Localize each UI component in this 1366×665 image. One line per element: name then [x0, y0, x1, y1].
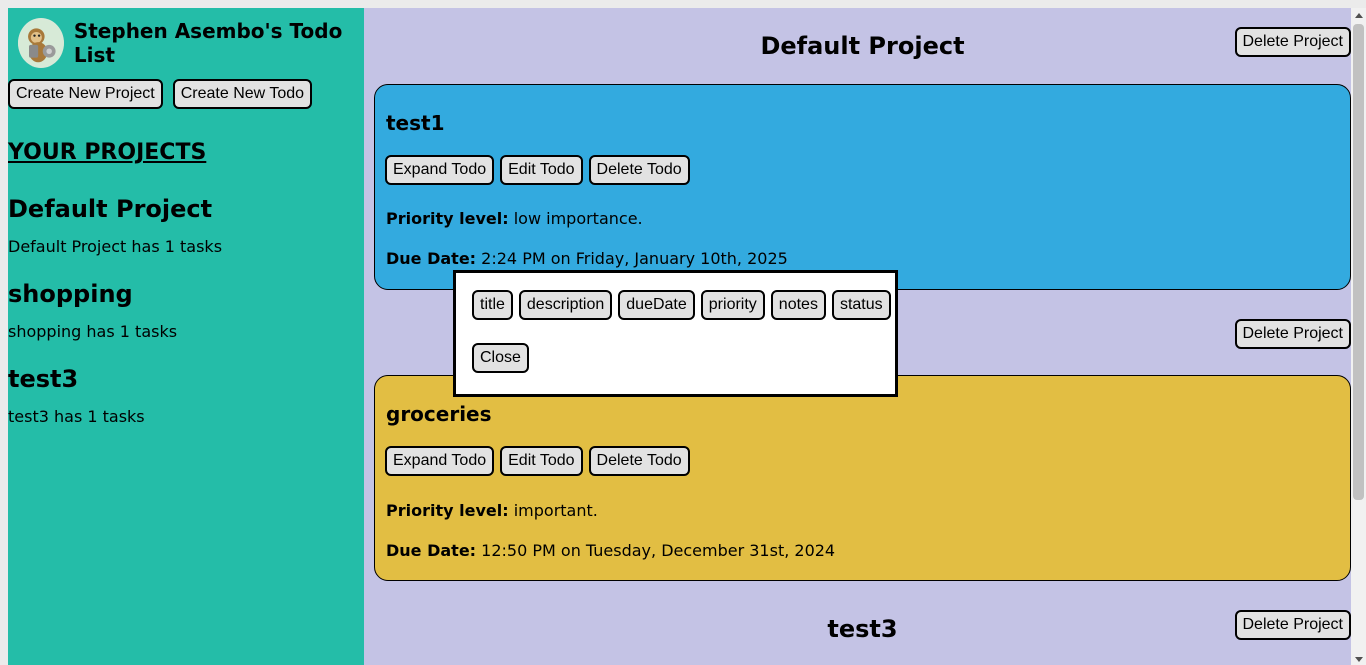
create-todo-button[interactable]: Create New Todo	[172, 79, 313, 109]
sidebar-actions: Create New Project Create New Todo	[8, 79, 313, 109]
field-button-group: title description dueDate priority notes…	[472, 290, 891, 320]
close-button[interactable]: Close	[472, 343, 529, 373]
todo-actions: Expand Todo Edit Todo Delete Todo	[385, 446, 690, 476]
due-value: 2:24 PM on Friday, January 10th, 2025	[481, 249, 788, 268]
todo-priority: Priority level: important.	[386, 501, 598, 521]
todo-card: test1 Expand Todo Edit Todo Delete Todo …	[374, 84, 1351, 290]
project-section-header: test3 Delete Project	[374, 607, 1351, 651]
todo-due-date: Due Date: 12:50 PM on Tuesday, December …	[386, 541, 835, 561]
todo-due-date: Due Date: 2:24 PM on Friday, January 10t…	[386, 249, 788, 269]
priority-value: important.	[513, 501, 598, 520]
delete-project-button[interactable]: Delete Project	[1234, 319, 1351, 349]
project-entry[interactable]: Default Project Default Project has 1 ta…	[8, 195, 222, 257]
sidebar: Stephen Asembo's Todo List Create New Pr…	[8, 8, 364, 665]
project-summary: test3 has 1 tasks	[8, 407, 145, 426]
expand-todo-button[interactable]: Expand Todo	[385, 155, 495, 185]
project-section: Default Project Delete Project	[374, 24, 1351, 68]
project-name[interactable]: test3	[8, 365, 222, 393]
project-summary: shopping has 1 tasks	[8, 322, 178, 341]
project-entry[interactable]: test3 test3 has 1 tasks	[8, 365, 222, 427]
field-status-button[interactable]: status	[831, 290, 891, 320]
field-notes-button[interactable]: notes	[770, 290, 826, 320]
project-summary: Default Project has 1 tasks	[8, 237, 223, 256]
brand: Stephen Asembo's Todo List	[18, 18, 364, 68]
project-section: test3 Delete Project	[374, 607, 1351, 651]
field-title-button[interactable]: title	[472, 290, 513, 320]
create-project-button[interactable]: Create New Project	[8, 79, 163, 109]
delete-project-button[interactable]: Delete Project	[1234, 27, 1351, 57]
project-entry[interactable]: shopping shopping has 1 tasks	[8, 280, 222, 342]
project-name[interactable]: shopping	[8, 280, 222, 308]
field-priority-button[interactable]: priority	[700, 290, 765, 320]
project-section-title: test3	[827, 615, 898, 643]
project-section-header: Default Project Delete Project	[374, 24, 1351, 68]
todo-actions: Expand Todo Edit Todo Delete Todo	[385, 155, 690, 185]
field-duedate-button[interactable]: dueDate	[618, 290, 695, 320]
scrollbar-thumb[interactable]	[1353, 24, 1364, 500]
project-list: Default Project Default Project has 1 ta…	[8, 195, 222, 450]
project-section-title: Default Project	[760, 32, 965, 60]
due-label: Due Date:	[386, 541, 477, 560]
vertical-scrollbar[interactable]	[1351, 8, 1366, 665]
priority-label: Priority level:	[386, 209, 509, 228]
field-description-button[interactable]: description	[518, 290, 613, 320]
priority-value: low importance.	[513, 209, 643, 228]
expand-todo-button[interactable]: Expand Todo	[385, 446, 495, 476]
due-label: Due Date:	[386, 249, 477, 268]
todo-title: test1	[386, 111, 445, 135]
monkey-avatar-icon	[18, 18, 64, 68]
scroll-up-arrow-icon[interactable]	[1355, 13, 1363, 18]
todo-title: groceries	[386, 402, 492, 426]
app-title: Stephen Asembo's Todo List	[73, 19, 343, 67]
delete-todo-button[interactable]: Delete Todo	[588, 446, 690, 476]
due-value: 12:50 PM on Tuesday, December 31st, 2024	[481, 541, 836, 560]
todo-card: groceries Expand Todo Edit Todo Delete T…	[374, 375, 1351, 581]
edit-field-modal: title description dueDate priority notes…	[453, 270, 898, 397]
todo-priority: Priority level: low importance.	[386, 209, 643, 229]
project-name[interactable]: Default Project	[8, 195, 222, 223]
edit-todo-button[interactable]: Edit Todo	[500, 155, 583, 185]
scroll-down-arrow-icon[interactable]	[1355, 657, 1363, 662]
priority-label: Priority level:	[386, 501, 509, 520]
edit-todo-button[interactable]: Edit Todo	[500, 446, 583, 476]
delete-todo-button[interactable]: Delete Todo	[588, 155, 690, 185]
delete-project-button[interactable]: Delete Project	[1234, 610, 1351, 640]
projects-heading: YOUR PROJECTS	[8, 140, 207, 165]
